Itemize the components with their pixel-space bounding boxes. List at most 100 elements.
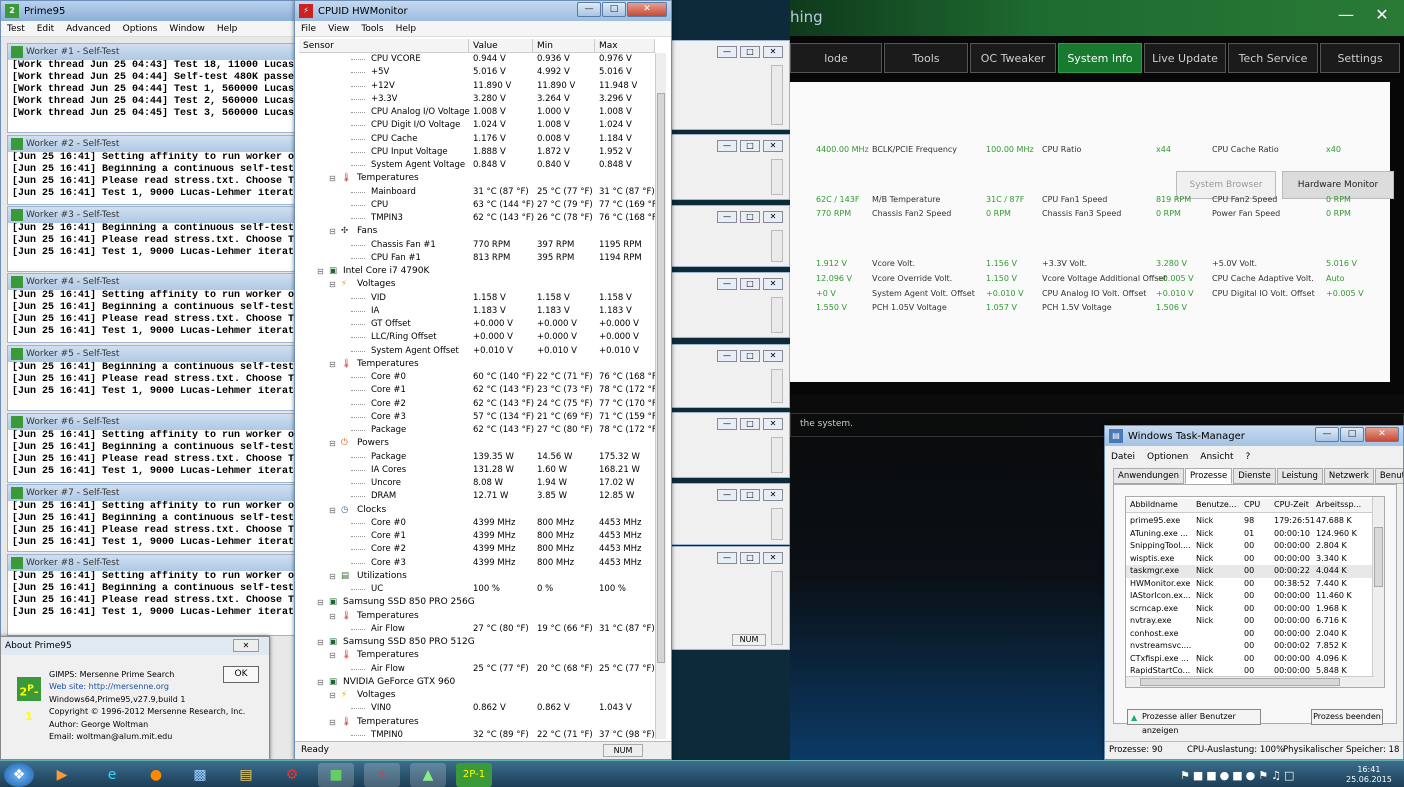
system-tray-icons[interactable]: ⚑■■●■●⚑♫□	[1180, 769, 1297, 782]
tuning-taskbar-icon[interactable]: ▲	[410, 763, 446, 787]
sensor-row[interactable]: +12V 11.890 V 11.890 V 11.948 V	[299, 80, 655, 93]
prime-menu-options[interactable]: Options	[123, 24, 158, 34]
panel-scrollbar[interactable]	[771, 159, 783, 195]
sensor-group[interactable]: ⊟ ▤ Utilizations	[299, 570, 655, 583]
sensor-row[interactable]: CPU VCORE 0.944 V 0.936 V 0.976 V	[299, 53, 655, 66]
process-row[interactable]: scrncap.exe Nick 00 00:00:00 1.968 K	[1126, 603, 1372, 616]
tm-vertical-scrollbar[interactable]	[1372, 497, 1384, 687]
tm-maximize-button[interactable]: □	[1340, 427, 1364, 442]
close-button[interactable]: ✕	[763, 278, 783, 290]
col-3[interactable]: CPU-Zeit	[1274, 499, 1309, 512]
process-row[interactable]: wisptis.exe Nick 00 00:00:00 3.340 K	[1126, 553, 1372, 566]
panel-scrollbar[interactable]	[771, 297, 783, 333]
expand-toggle[interactable]: ⊟	[329, 225, 336, 238]
hwmonitor-close-button[interactable]: ✕	[627, 2, 667, 17]
tool-icon[interactable]: ⚙	[274, 763, 310, 787]
restore-button[interactable]: □	[740, 140, 760, 152]
tm-menu-ansicht[interactable]: Ansicht	[1200, 452, 1233, 462]
restore-button[interactable]: □	[740, 278, 760, 290]
process-row[interactable]: conhost.exe 00 00:00:00 2.040 K	[1126, 628, 1372, 641]
worker-window[interactable]: Worker #8 - Self-Test [Jun 25 16:41] Sett…	[7, 554, 295, 636]
sensor-row[interactable]: CPU Input Voltage 1.888 V 1.872 V 1.952 V	[299, 146, 655, 159]
prime-menu-help[interactable]: Help	[217, 24, 238, 34]
tm-end-process-button[interactable]: Prozess beenden	[1311, 709, 1383, 725]
sensor-row[interactable]: System Agent Offset +0.010 V +0.010 V +0.01…	[299, 345, 655, 358]
close-button[interactable]: ✕	[763, 489, 783, 501]
sensor-row[interactable]: +5V 5.016 V 4.992 V 5.016 V	[299, 66, 655, 79]
restore-button[interactable]: □	[740, 489, 760, 501]
tab-netzwerk[interactable]: Netzwerk	[1323, 468, 1374, 484]
tm-minimize-button[interactable]: —	[1315, 427, 1339, 442]
about-website-link[interactable]: Web site: http://mersenne.org	[49, 681, 245, 693]
sensor-group[interactable]: ⊟ 🌡 Temperatures	[299, 358, 655, 371]
minimize-button[interactable]: —	[717, 211, 737, 223]
network-icon[interactable]: ▩	[182, 763, 218, 787]
worker-window[interactable]: Worker #4 - Self-Test [Jun 25 16:41] Sett…	[7, 273, 295, 343]
sensor-row[interactable]: GT Offset +0.000 V +0.000 V +0.000 V	[299, 318, 655, 331]
sensor-row[interactable]: Package 62 °C (143 °F) 27 °C (80 °F) 78 °C …	[299, 424, 660, 437]
nav-tab-settings[interactable]: Settings	[1320, 43, 1400, 73]
folder-icon[interactable]: ▤	[228, 763, 264, 787]
expand-toggle[interactable]: ⊟	[329, 358, 336, 371]
sensor-row[interactable]: Core #3 57 °C (134 °F) 21 °C (69 °F) 71 °C …	[299, 411, 660, 424]
sensor-group[interactable]: ⊟ 🌡 Temperatures	[299, 610, 655, 623]
tab-anwendungen[interactable]: Anwendungen	[1113, 468, 1184, 484]
hwmonitor-maximize-button[interactable]: □	[602, 2, 626, 17]
sensor-group[interactable]: ⊟ ◷ Clocks	[299, 504, 655, 517]
restore-button[interactable]: □	[740, 46, 760, 58]
sensor-group[interactable]: ⊟ 🌡 Temperatures	[299, 649, 655, 662]
sensor-row[interactable]: VID 1.158 V 1.158 V 1.158 V	[299, 292, 655, 305]
sensor-row[interactable]: CPU Fan #1 813 RPM 395 RPM 1194 RPM	[299, 252, 655, 265]
sensor-row[interactable]: +3.3V 3.280 V 3.264 V 3.296 V	[299, 93, 655, 106]
process-row[interactable]: taskmgr.exe Nick 00 00:00:22 4.044 K	[1126, 565, 1372, 578]
expand-toggle[interactable]: ⊟	[329, 278, 336, 291]
tm-menu-datei[interactable]: Datei	[1111, 452, 1135, 462]
sensor-group[interactable]: ⊟ ⚡ Voltages	[299, 689, 655, 702]
tab-prozesse[interactable]: Prozesse	[1184, 468, 1233, 484]
panel-scrollbar[interactable]	[771, 65, 783, 125]
minimize-button[interactable]: —	[717, 350, 737, 362]
hwm-menu-help[interactable]: Help	[396, 24, 417, 34]
sensor-row[interactable]: Air Flow 27 °C (80 °F) 19 °C (66 °F) 31 °C …	[299, 623, 655, 636]
col-max[interactable]: Max	[595, 39, 655, 52]
sensor-row[interactable]: CPU 63 °C (144 °F) 27 °C (79 °F) 77 °C (169…	[299, 199, 660, 212]
tab-benutzer[interactable]: Benutzer	[1374, 468, 1403, 484]
prime95-taskbar-icon[interactable]: 2P-1	[456, 763, 492, 787]
sensor-row[interactable]: IA 1.183 V 1.183 V 1.183 V	[299, 305, 655, 318]
device-row[interactable]: ⊟ ▣ NVIDIA GeForce GTX 960	[299, 676, 655, 689]
minimize-button[interactable]: —	[717, 46, 737, 58]
tm-close-button[interactable]: ✕	[1365, 427, 1399, 442]
worker-window[interactable]: Worker #6 - Self-Test [Jun 25 16:41] Sett…	[7, 413, 295, 483]
process-row[interactable]: SnippingTool.... Nick 00 00:00:00 2.804 K	[1126, 540, 1372, 553]
panel-scrollbar[interactable]	[771, 230, 783, 262]
sensor-row[interactable]: Core #1 62 °C (143 °F) 23 °C (73 °F) 78 °C …	[299, 384, 660, 397]
close-button[interactable]: ✕	[763, 350, 783, 362]
sensor-row[interactable]: Uncore 8.08 W 1.94 W 17.02 W	[299, 477, 655, 490]
nav-tab-tools[interactable]: Tools	[884, 43, 968, 73]
task-app-icon[interactable]: ■	[318, 763, 354, 787]
nav-tab-system-info[interactable]: System Info	[1058, 43, 1142, 73]
tm-menu-optionen[interactable]: Optionen	[1147, 452, 1188, 462]
restore-button[interactable]: □	[740, 350, 760, 362]
prime-menu-test[interactable]: Test	[7, 24, 25, 34]
expand-toggle[interactable]: ⊟	[329, 504, 336, 517]
device-row[interactable]: ⊟ ▣ Samsung SSD 850 PRO 512G	[299, 636, 655, 649]
minimize-button[interactable]: —	[717, 140, 737, 152]
minimize-button[interactable]: —	[717, 278, 737, 290]
sensor-row[interactable]: Air Flow 25 °C (77 °F) 20 °C (68 °F) 25 °C …	[299, 663, 655, 676]
nav-tab-oc-tweaker[interactable]: OC Tweaker	[970, 43, 1056, 73]
sensor-row[interactable]: VIN0 0.862 V 0.862 V 1.043 V	[299, 702, 655, 715]
col-min[interactable]: Min	[533, 39, 595, 52]
process-row[interactable]: HWMonitor.exe Nick 00 00:38:52 7.440 K	[1126, 578, 1372, 591]
process-row[interactable]: ATuning.exe ... Nick 01 00:00:10 124.960 K	[1126, 528, 1372, 541]
tm-show-all-processes-button[interactable]: ▲ Prozesse aller Benutzer anzeigen	[1127, 709, 1261, 735]
prime-menu-window[interactable]: Window	[169, 24, 205, 34]
sensor-row[interactable]: Core #0 60 °C (140 °F) 22 °C (71 °F) 76 °C …	[299, 371, 660, 384]
panel-scrollbar[interactable]	[771, 369, 783, 403]
sensor-row[interactable]: TMPIN3 62 °C (143 °F) 26 °C (78 °F) 76 °C (…	[299, 212, 660, 225]
prime-menu-edit[interactable]: Edit	[37, 24, 54, 34]
sensor-row[interactable]: CPU Digit I/O Voltage 1.024 V 1.008 V 1.024…	[299, 119, 655, 132]
nav-tab-tech-service[interactable]: Tech Service	[1228, 43, 1318, 73]
panel-scrollbar[interactable]	[771, 571, 783, 645]
sensor-group[interactable]: ⊟ ⏻ Powers	[299, 437, 655, 450]
